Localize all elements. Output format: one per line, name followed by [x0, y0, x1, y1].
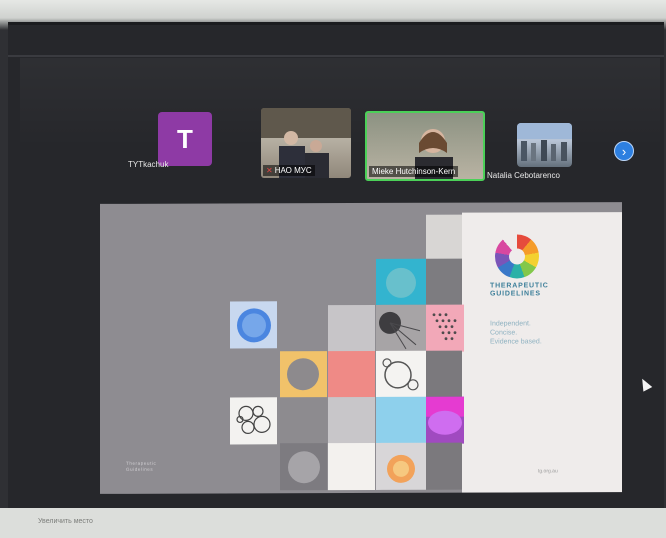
slide-brand-name: THERAPEUTIC GUIDELINES	[490, 282, 549, 298]
participant-video-mieke-active[interactable]: Mieke Hutchinson-Kern	[365, 111, 485, 181]
cell-orange-circle-icon	[387, 454, 415, 483]
cell-circle-icon	[386, 267, 416, 298]
slide-tile	[426, 442, 462, 490]
next-participants-button[interactable]: ›	[614, 141, 634, 161]
footer-left-line-2: Guidelines	[126, 466, 154, 472]
slide-brand-panel	[462, 212, 622, 493]
slide-tile	[426, 258, 462, 305]
cell-blob-icon	[237, 308, 271, 343]
participant-label-nao: ✕ НАО МУС	[263, 165, 315, 176]
slide-tile-cell-grey-circle	[280, 443, 327, 491]
slide-tile-cell-orange	[376, 442, 426, 490]
avatar-initial: T	[177, 123, 193, 154]
slide-footer-url: tg.org.au	[538, 468, 558, 475]
slide-tile	[328, 350, 375, 399]
participant-name-nao: НАО МУС	[274, 166, 312, 175]
slide-tile-cell-magenta	[426, 396, 464, 444]
slide-tile	[280, 397, 327, 445]
cell-bubbles-icon	[382, 358, 419, 391]
bottom-bar-text[interactable]: Увеличить место	[38, 518, 93, 525]
slide-tile-cell-burst	[376, 304, 426, 352]
window-divider	[8, 55, 664, 57]
slide-tile-cell-blue	[230, 301, 277, 349]
tagline-line-3: Evidence based.	[490, 338, 542, 346]
participant-name-mieke: Mieke Hutchinson-Kern	[372, 167, 456, 176]
participant-video-natalia[interactable]	[517, 123, 572, 167]
slide-tile	[328, 304, 375, 353]
slide-tile-cell-bubbles	[376, 350, 426, 398]
slide-tile	[328, 442, 375, 491]
mic-muted-icon: ✕	[266, 166, 273, 175]
cell-circle-icon	[288, 451, 320, 484]
brand-line-1: THERAPEUTIC	[490, 282, 549, 290]
participant-name-natalia: Natalia Cebotarenco	[487, 171, 560, 180]
slide-tagline: Independent. Concise. Evidence based.	[490, 319, 542, 346]
participant-label-mieke: Mieke Hutchinson-Kern	[369, 166, 459, 177]
bottom-bar: Увеличить место	[0, 508, 666, 538]
slide-tile-cell-yellow	[280, 351, 327, 399]
cell-burst-icon	[379, 311, 421, 350]
participant-avatar-tytkachuk[interactable]: T	[158, 112, 212, 166]
participant-video-nao[interactable]: ✕ НАО МУС	[261, 108, 351, 178]
cell-half-circle-icon	[426, 396, 464, 435]
chevron-right-icon: ›	[621, 143, 627, 159]
participant-name-tytkachuk: TYTkachuk	[128, 160, 169, 169]
tagline-line-1: Independent.	[490, 320, 531, 328]
brand-line-2: GUIDELINES	[490, 290, 541, 298]
logo-center	[509, 248, 525, 265]
slide-tile-cell-cyan	[376, 258, 426, 305]
slide-tile	[426, 350, 462, 398]
cell-dots-icon	[432, 313, 457, 341]
slide-tile	[426, 214, 462, 261]
slide-tile-cell-dots	[426, 304, 464, 352]
cell-cluster-icon	[236, 405, 271, 434]
slide-tile	[328, 396, 375, 445]
shared-screen-slide: THERAPEUTIC GUIDELINES Independent. Conc…	[100, 202, 622, 494]
video-frame-natalia	[517, 123, 572, 161]
cell-circle-icon	[287, 358, 319, 391]
slide-footer-left: Therapeutic Guidelines	[126, 461, 156, 473]
slide-tile	[376, 396, 426, 444]
slide-tile-cell-cluster	[230, 397, 277, 445]
tagline-line-2: Concise.	[490, 329, 518, 337]
